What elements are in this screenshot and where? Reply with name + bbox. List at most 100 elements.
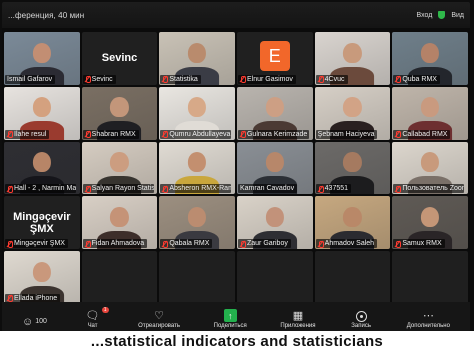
person-face — [188, 152, 207, 173]
photo-caption: ...statistical indicators and statistici… — [0, 331, 474, 353]
participant-tile[interactable]: Gulnara Kerimzade — [236, 86, 313, 140]
participant-name: Salyan Rayon Statistik... Dol... — [91, 185, 154, 193]
person-face — [188, 42, 207, 63]
record-label: Запись — [351, 323, 371, 329]
apps-icon: ▦ — [292, 310, 304, 322]
participant-tile[interactable]: E Elnur Gasimov — [236, 32, 313, 85]
chat-label: Чат — [87, 323, 98, 329]
person-face — [343, 152, 362, 173]
mic-muted-icon — [318, 185, 324, 193]
participant-tile[interactable]: Shabran RMX — [81, 86, 158, 140]
share-button[interactable]: ↑ Поделиться — [214, 309, 247, 329]
person-face — [421, 42, 440, 63]
participant-tile[interactable]: Hall - 2 , Narmin Mammado... — [4, 141, 80, 195]
more-button[interactable]: ⋯ Дополнительно — [407, 309, 450, 329]
person-face — [110, 97, 129, 118]
participant-name: Пользователь Zoom — [402, 185, 465, 193]
person-face — [343, 206, 362, 227]
person-face — [265, 206, 284, 227]
participant-tile[interactable]: Statistika — [159, 32, 235, 85]
participant-name-label: Пользователь Zoom — [393, 184, 465, 194]
heart-icon: ♡ — [154, 310, 165, 322]
participant-tile[interactable]: Qumru Abdullayeva — [159, 86, 235, 140]
participant-name-label: Mingəçevir ŞMX — [5, 239, 68, 249]
participant-display-name: Mingəçevir ŞMX — [13, 210, 71, 235]
participant-name-label: 4Cvuc — [315, 74, 348, 84]
mic-muted-icon — [7, 295, 13, 303]
share-arrow-icon: ↑ — [223, 309, 237, 322]
participant-tile[interactable]: İsmail Gafarov — [4, 32, 80, 85]
participant-tile[interactable]: 437551 — [314, 141, 391, 195]
participant-tile[interactable]: Callabad RMX — [392, 86, 468, 140]
person-face — [421, 152, 440, 173]
participants-button[interactable]: ☺ 100 — [22, 315, 47, 329]
participants-count: 100 — [35, 318, 47, 325]
person-face — [32, 152, 51, 173]
apps-button[interactable]: ▦ Приложения — [280, 309, 315, 329]
mic-muted-icon — [162, 240, 169, 248]
participant-name: Mingəçevir ŞMX — [14, 240, 65, 248]
participant-tile[interactable]: Ahmadov Saleh — [314, 196, 391, 250]
record-button[interactable]: Запись — [349, 311, 373, 329]
participant-name-label: İsmail Gafarov — [5, 74, 56, 84]
person-face — [32, 261, 51, 282]
person-face — [265, 152, 284, 173]
participant-name-label: Kamran Cavadov — [237, 184, 298, 194]
empty-tile — [81, 251, 158, 304]
security-shield-icon[interactable] — [438, 11, 446, 19]
mic-muted-icon — [85, 76, 91, 84]
participant-display-name: Sevinc — [101, 52, 138, 65]
mic-muted-icon — [395, 185, 402, 193]
participant-name: Hall - 2 , Narmin Mammado... — [14, 185, 77, 193]
participant-name-label: Gulnara Kerimzade — [237, 129, 310, 139]
participant-grid: İsmail Gafarov Sevinc Sevinc Statistika E Eln… — [2, 32, 470, 304]
participant-tile[interactable]: 4Cvuc — [314, 32, 391, 85]
participant-name-label: Şebnam Haciyeva — [315, 129, 378, 139]
participant-tile[interactable]: Ellada iPhone — [4, 251, 80, 304]
login-link[interactable]: Вход — [416, 12, 432, 19]
participant-name-label: Sevinc — [82, 74, 116, 84]
participant-name: Elnur Gasimov — [246, 75, 293, 83]
participant-name: 437551 — [324, 185, 349, 193]
chat-button[interactable]: 🗨 1 Чат — [81, 307, 109, 329]
participant-tile[interactable]: Sevinc Sevinc — [81, 32, 158, 85]
participant-tile[interactable]: Şebnam Haciyeva — [314, 86, 391, 140]
participant-name-label: Hall - 2 , Narmin Mammado... — [5, 184, 77, 194]
react-button[interactable]: ♡ Отреагировать — [138, 309, 180, 329]
mic-muted-icon — [240, 76, 246, 84]
mic-muted-icon — [395, 240, 402, 248]
participant-name: Quba RMX — [402, 75, 437, 83]
participant-name: İsmail Gafarov — [7, 75, 53, 83]
mic-muted-icon — [85, 240, 91, 248]
empty-tile — [236, 251, 313, 304]
mic-muted-icon — [7, 185, 13, 193]
participant-tile[interactable]: Kamran Cavadov — [236, 141, 313, 195]
title-bar: ...ференция, 40 мин Вход Вид — [2, 2, 470, 28]
share-label: Поделиться — [213, 323, 247, 329]
chat-icon: 🗨 — [85, 310, 100, 322]
participant-tile[interactable]: İlahe resul — [4, 86, 80, 140]
person-face — [343, 97, 362, 118]
more-dots-icon: ⋯ — [422, 310, 434, 322]
person-face — [421, 206, 440, 227]
participant-tile[interactable]: Fidan Ahmadova — [81, 196, 158, 250]
participant-name-label: Shabran RMX — [82, 129, 139, 139]
empty-tile — [159, 251, 235, 304]
participant-tile[interactable]: Qabala RMX — [159, 196, 235, 250]
participant-tile[interactable]: Zaur Gariboy — [236, 196, 313, 250]
participant-tile[interactable]: Absheron RMX-Ramin — [159, 141, 235, 195]
participant-tile[interactable]: Пользователь Zoom — [392, 141, 468, 195]
participant-tile[interactable]: Quba RMX — [392, 32, 468, 85]
mic-muted-icon — [318, 76, 324, 84]
person-face — [188, 206, 207, 227]
participant-tile[interactable]: Samux RMX — [392, 196, 468, 250]
mic-muted-icon — [240, 240, 246, 248]
participant-name-label: Statistika — [160, 74, 201, 84]
mic-muted-icon — [395, 76, 402, 84]
participant-tile[interactable]: Salyan Rayon Statistik... Dol... — [81, 141, 158, 195]
participant-name-label: Salyan Rayon Statistik... Dol... — [82, 184, 154, 194]
participant-name: Callabad RMX — [402, 130, 448, 138]
view-button[interactable]: Вид — [451, 12, 464, 19]
meeting-title: ...ференция, 40 мин — [8, 10, 85, 20]
participant-tile[interactable]: Mingəçevir ŞMX Mingəçevir ŞMX — [4, 196, 80, 250]
